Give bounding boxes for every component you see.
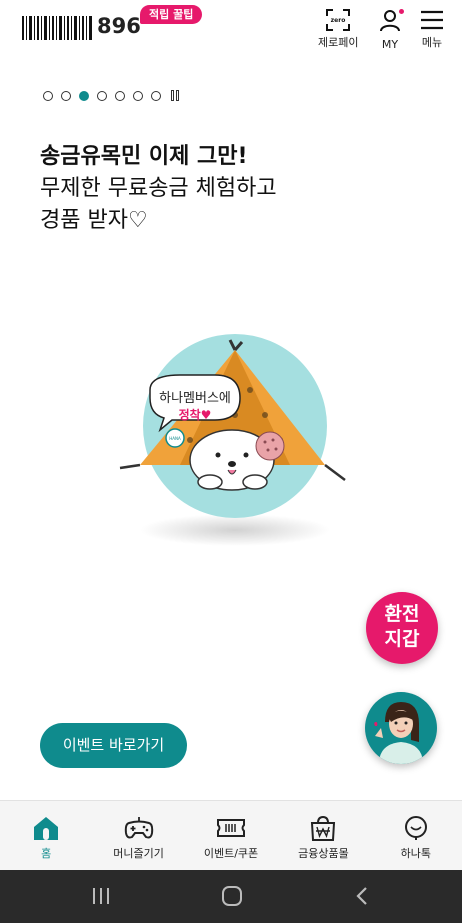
pink-character [255,431,285,461]
nav-label-event-coupon: 이벤트/쿠폰 [203,847,259,860]
headline-line-2: 무제한 무료송금 체험하고 [40,176,277,201]
pager-dot[interactable] [61,90,71,101]
pager-dot[interactable] [97,90,107,101]
bubble-line-1: 하나멤버스에 [159,391,231,406]
nav-item-hana-talk[interactable]: 하나톡 [370,801,462,870]
menu-label: 메뉴 [421,36,443,49]
avatar-icon [374,702,423,764]
tip-badge[interactable]: 적립 꿀팁 [140,5,203,24]
barcode-icon[interactable] [22,16,92,40]
ticket-icon [217,819,246,837]
zeropay-icon-text: zero [331,17,346,24]
pager-dot[interactable] [133,90,143,101]
pager-dot-active[interactable] [79,90,89,101]
scan-icon: zero [326,9,351,31]
pager-dot[interactable] [43,90,53,101]
chatbot-avatar-button[interactable] [365,692,437,764]
recent-apps-icon[interactable] [90,884,112,908]
event-shortcut-button[interactable]: 이벤트 바로가기 [40,723,187,768]
bottom-nav: 홈 머니즐기기 이벤트/쿠폰 금융상품몰 하나톡 [0,800,462,870]
back-icon[interactable] [352,884,372,908]
pause-icon[interactable] [171,90,181,101]
shopping-bag-won-icon [311,815,336,841]
banner-headline: 송금유목민 이제 그만! 무제한 무료송금 체험하고 경품 받자♡ [40,141,277,237]
home-system-icon[interactable] [220,884,244,908]
system-nav-bar [0,870,462,923]
nav-item-money-fun[interactable]: 머니즐기기 [92,801,184,870]
banner-illustration: 하나멤버스에 정착♥ HANA [119,334,346,546]
nav-item-home[interactable]: 홈 [0,801,92,870]
exchange-line-1: 환전 [384,603,420,625]
my-button[interactable]: MY [378,8,404,51]
my-label: MY [381,38,399,51]
notification-dot [399,9,404,14]
banner-pager [43,90,181,101]
nav-item-finance-mall[interactable]: 금융상품몰 [277,801,369,870]
headline-bold: 송금유목민 이제 그만! [40,144,248,169]
chat-bubble-icon [404,816,427,840]
pager-dot[interactable] [115,90,125,101]
zeropay-label: 제로페이 [318,36,359,49]
menu-button[interactable]: 메뉴 [419,8,445,50]
gamepad-icon [124,817,153,839]
headline-line-3: 경품 받자♡ [40,208,148,233]
exchange-wallet-button[interactable]: 환전 지갑 [366,592,438,664]
illustration-shadow [140,514,330,546]
nav-label-hana-talk: 하나톡 [400,847,432,860]
nav-label-finance-mall: 금융상품몰 [298,847,349,860]
nav-label-home: 홈 [41,847,52,860]
nav-label-money-fun: 머니즐기기 [113,847,164,860]
bubble-line-2: 정착♥ [179,407,212,422]
points-balance[interactable]: 896 [97,14,141,38]
app-header: 896 적립 꿀팁 zero 제로페이 MY 메뉴 [0,0,462,56]
hamburger-icon [421,10,443,30]
svg-text:HANA: HANA [169,436,181,441]
exchange-line-2: 지갑 [384,628,420,650]
pager-dot[interactable] [151,90,161,101]
zeropay-button[interactable]: zero 제로페이 [318,8,358,50]
nav-item-event-coupon[interactable]: 이벤트/쿠폰 [185,801,277,870]
home-icon [34,817,59,840]
